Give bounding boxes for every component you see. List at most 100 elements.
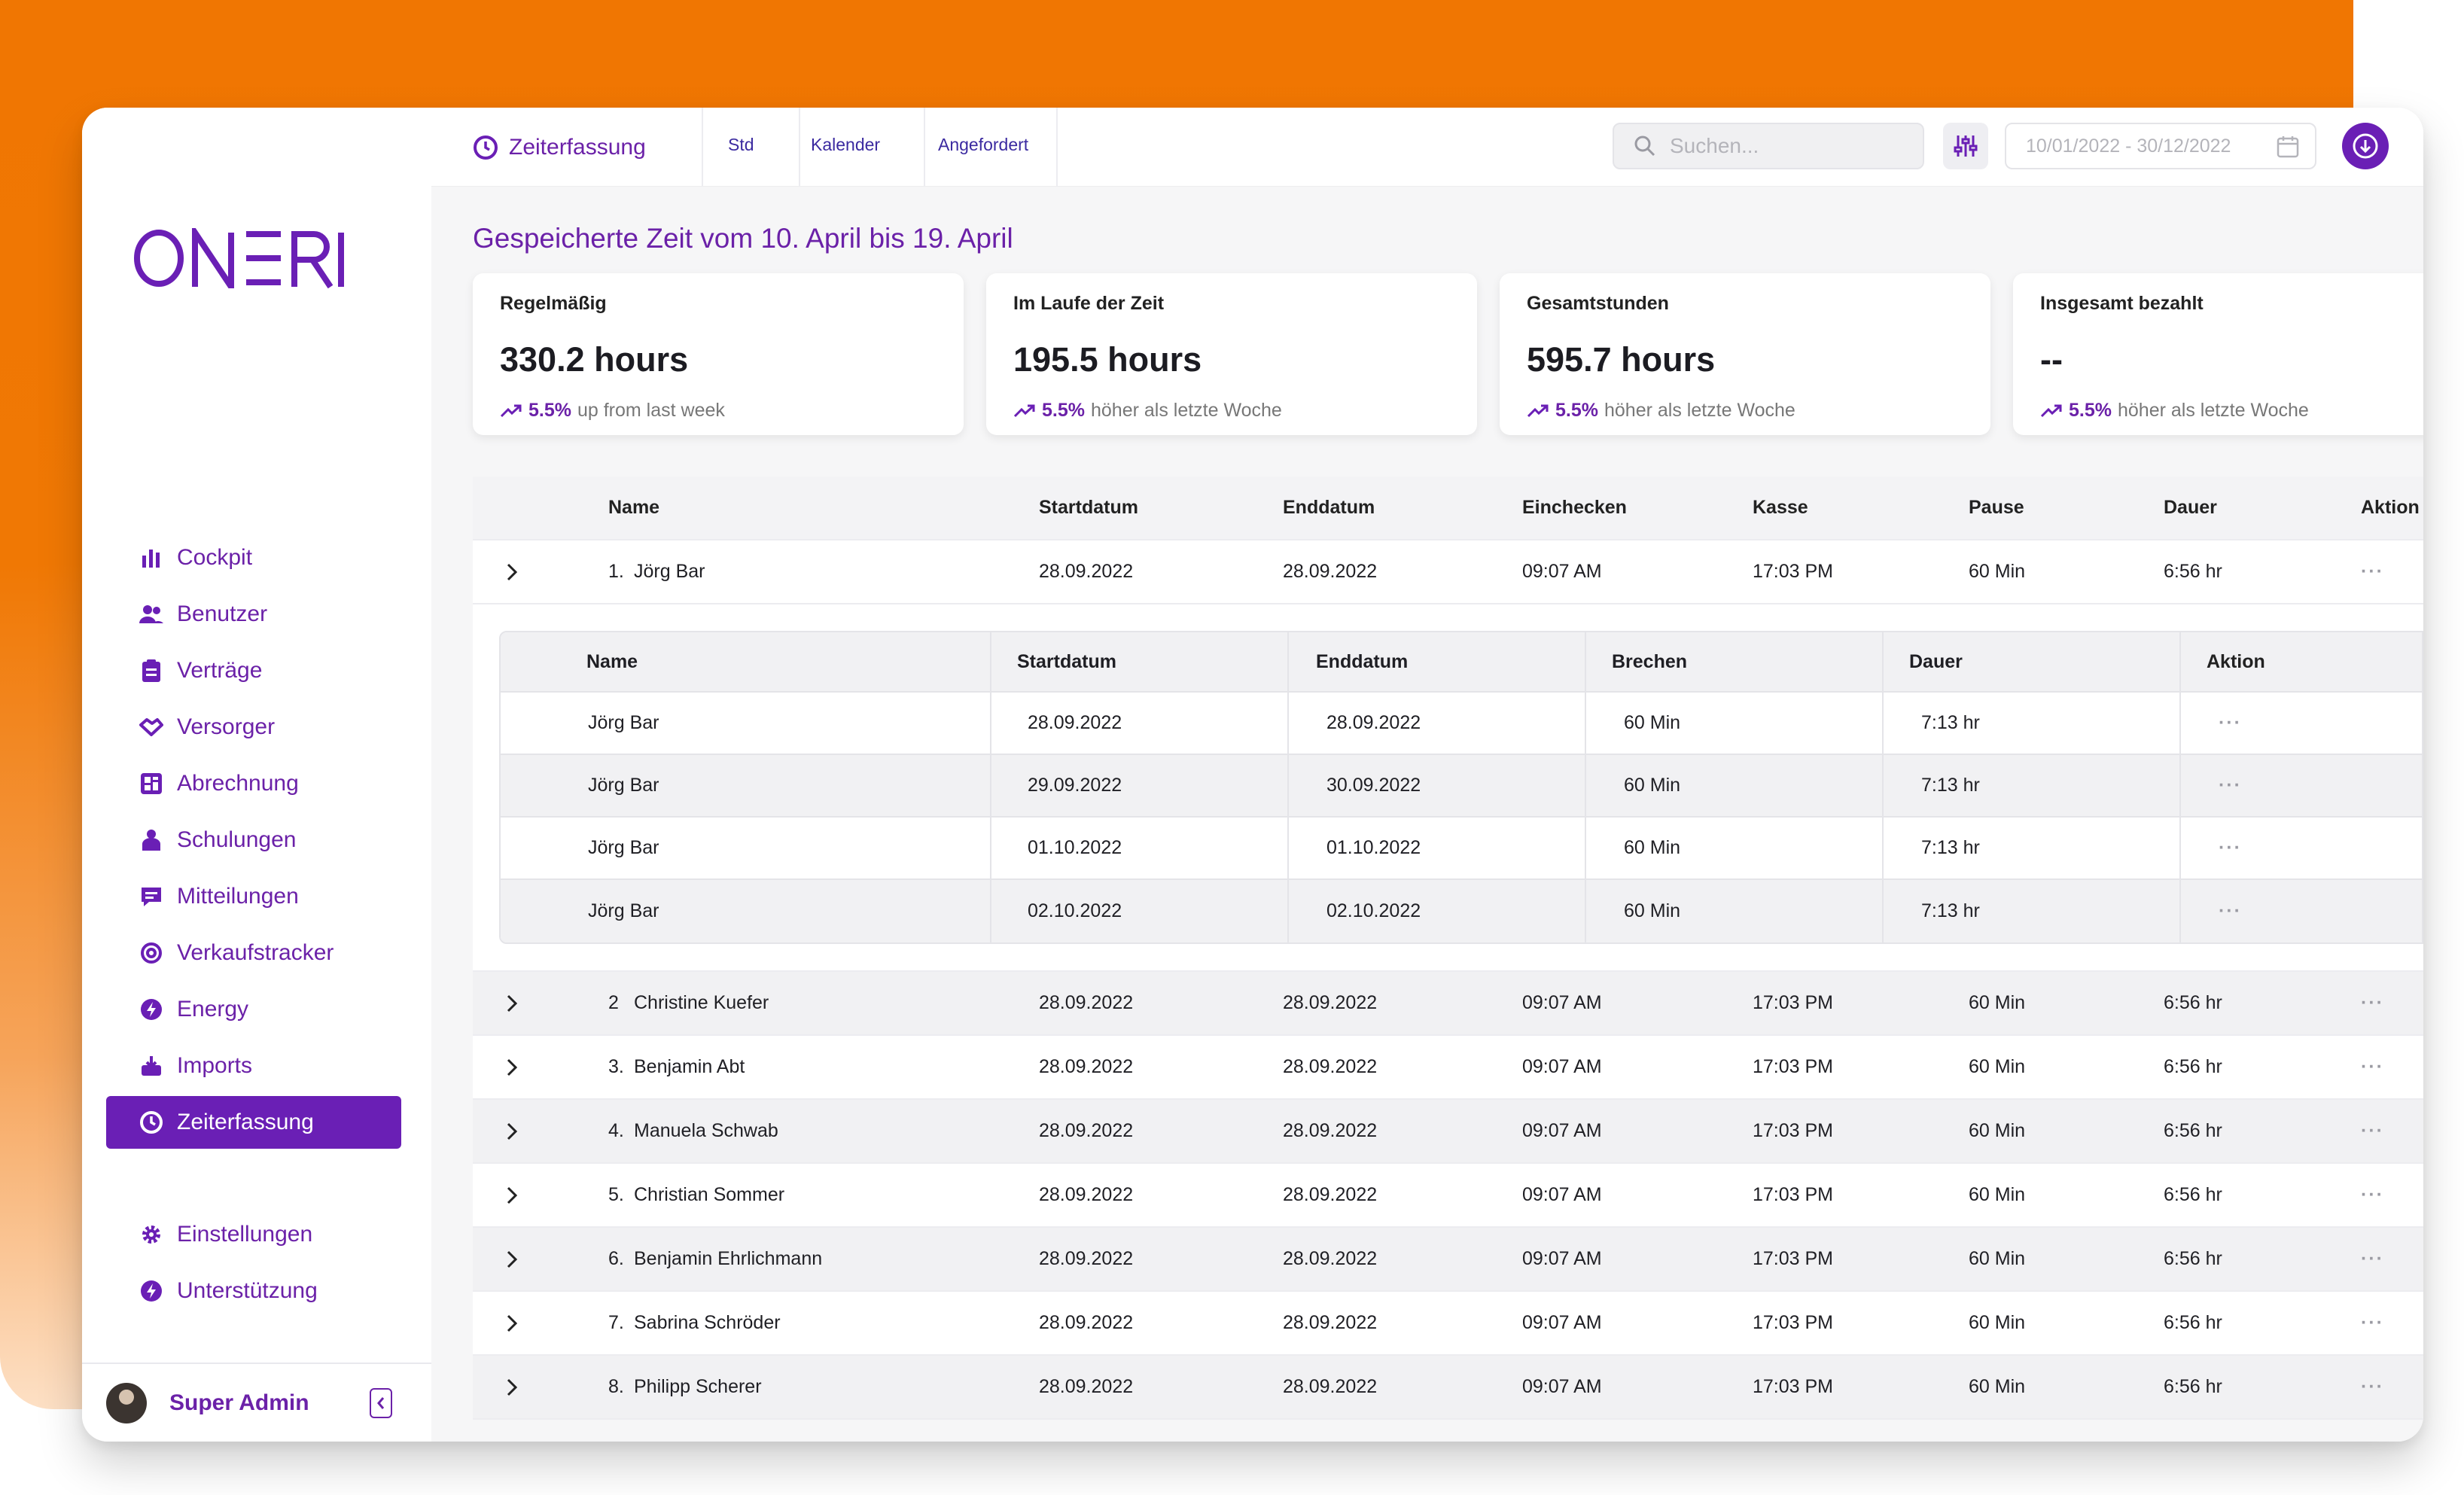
more-actions-icon[interactable]: ··· xyxy=(2361,1292,2384,1354)
stat-card-im-laufe-der-zeit: Im Laufe der Zeit 195.5 hours 5.5% höher… xyxy=(986,273,1477,435)
column-header[interactable]: Startdatum xyxy=(1039,477,1138,539)
stat-value: -- xyxy=(2040,340,2063,379)
column-header[interactable]: Kasse xyxy=(1753,477,1808,539)
user-name[interactable]: Super Admin xyxy=(169,1390,309,1416)
duration: 6:56 hr xyxy=(2164,1376,2222,1397)
chevron-right-icon[interactable] xyxy=(504,540,519,603)
divider xyxy=(1056,108,1058,187)
stat-trend: 5.5% höher als letzte Woche xyxy=(1527,400,1795,422)
chevron-right-icon[interactable] xyxy=(504,1164,519,1226)
detail-row[interactable]: Jörg Bar 01.10.2022 01.10.2022 60 Min 7:… xyxy=(501,818,2422,880)
detail-break: 60 Min xyxy=(1585,755,1882,816)
search-box[interactable] xyxy=(1613,123,1924,169)
end-date: 28.09.2022 xyxy=(1283,1376,1378,1397)
detail-row[interactable]: Jörg Bar 28.09.2022 28.09.2022 60 Min 7:… xyxy=(501,693,2422,755)
more-actions-icon[interactable]: ··· xyxy=(2361,1100,2384,1162)
sidebar-item-abrechnung[interactable]: Abrechnung xyxy=(106,757,401,810)
table-row[interactable]: 1. Jörg Bar 28.09.2022 28.09.2022 09:07 A… xyxy=(473,540,2423,604)
stat-value: 330.2 hours xyxy=(500,340,689,379)
oneri-logo[interactable] xyxy=(133,228,346,288)
sidebar-item-verkaufstracker[interactable]: Verkaufstracker xyxy=(106,927,401,979)
page-title: Zeiterfassung xyxy=(473,129,646,166)
stat-card-gesamtstunden: Gesamtstunden 595.7 hours 5.5% höher als… xyxy=(1500,273,1990,435)
duration: 6:56 hr xyxy=(2164,1120,2222,1141)
column-header[interactable]: Name xyxy=(501,632,990,691)
table-row[interactable]: 4. Manuela Schwab 28.09.2022 28.09.2022 0… xyxy=(473,1100,2423,1164)
column-header[interactable]: Brechen xyxy=(1585,632,1882,691)
column-header[interactable]: Dauer xyxy=(2164,477,2217,539)
column-header[interactable]: Pause xyxy=(1969,477,2024,539)
table-row[interactable]: 5. Christian Sommer 28.09.2022 28.09.2022… xyxy=(473,1164,2423,1228)
date-range-picker[interactable]: 10/01/2022 - 30/12/2022 xyxy=(2005,123,2316,169)
download-button[interactable] xyxy=(2342,123,2389,169)
sidebar-item-imports[interactable]: Imports xyxy=(106,1040,401,1092)
table-row[interactable]: 8. Philipp Scherer 28.09.2022 28.09.2022 … xyxy=(473,1356,2423,1420)
stat-label: Im Laufe der Zeit xyxy=(1013,293,1165,314)
more-actions-icon[interactable]: ··· xyxy=(2179,755,2422,816)
clipboard-icon xyxy=(139,659,163,683)
avatar[interactable] xyxy=(106,1382,147,1423)
duration: 6:56 hr xyxy=(2164,1312,2222,1333)
chevron-right-icon[interactable] xyxy=(504,1036,519,1098)
detail-end: 01.10.2022 xyxy=(1287,818,1585,878)
detail-row[interactable]: Jörg Bar 29.09.2022 30.09.2022 60 Min 7:… xyxy=(501,755,2422,818)
table-row[interactable]: 6. Benjamin Ehrlichmann 28.09.2022 28.09.… xyxy=(473,1228,2423,1292)
more-actions-icon[interactable]: ··· xyxy=(2361,1356,2384,1418)
stat-label: Insgesamt bezahlt xyxy=(2040,293,2204,314)
column-header[interactable]: Aktion xyxy=(2179,632,2422,691)
more-actions-icon[interactable]: ··· xyxy=(2179,880,2422,942)
more-actions-icon[interactable]: ··· xyxy=(2361,972,2384,1034)
sidebar-item-versorger[interactable]: Versorger xyxy=(106,701,401,754)
sidebar-item-label: Energy xyxy=(177,997,249,1022)
employee-name: 8. Philipp Scherer xyxy=(608,1376,762,1397)
table-row[interactable]: 3. Benjamin Abt 28.09.2022 28.09.2022 09:… xyxy=(473,1036,2423,1100)
sidebar-item-unterstuetzung[interactable]: Unterstützung xyxy=(106,1265,401,1317)
detail-table: Name Startdatum Enddatum Brechen Dauer A… xyxy=(499,631,2423,944)
sidebar-item-einstellungen[interactable]: Einstellungen xyxy=(106,1208,401,1261)
check-out: 17:03 PM xyxy=(1753,1376,1834,1397)
more-actions-icon[interactable]: ··· xyxy=(2179,693,2422,754)
more-actions-icon[interactable]: ··· xyxy=(2361,540,2384,603)
detail-row[interactable]: Jörg Bar 02.10.2022 02.10.2022 60 Min 7:… xyxy=(501,880,2422,942)
table-row[interactable]: 2 Christine Kuefer 28.09.2022 28.09.2022 … xyxy=(473,972,2423,1036)
table-row[interactable]: 7. Sabrina Schröder 28.09.2022 28.09.2022… xyxy=(473,1292,2423,1356)
tab-angefordert[interactable]: Angefordert xyxy=(938,135,1028,155)
stat-percent: 5.5% xyxy=(1555,400,1598,421)
chevron-right-icon[interactable] xyxy=(504,1228,519,1290)
calendar-icon xyxy=(2277,136,2299,158)
more-actions-icon[interactable]: ··· xyxy=(2361,1036,2384,1098)
end-date: 28.09.2022 xyxy=(1283,992,1378,1013)
check-out: 17:03 PM xyxy=(1753,561,1834,582)
column-header[interactable]: Enddatum xyxy=(1287,632,1585,691)
duration: 6:56 hr xyxy=(2164,1056,2222,1077)
sidebar-item-label: Versorger xyxy=(177,714,276,739)
stat-trend-text: höher als letzte Woche xyxy=(2117,400,2309,421)
filter-button[interactable] xyxy=(1943,123,1988,169)
more-actions-icon[interactable]: ··· xyxy=(2361,1164,2384,1226)
chevron-right-icon[interactable] xyxy=(504,1292,519,1354)
sidebar-item-schulungen[interactable]: Schulungen xyxy=(106,814,401,866)
sidebar-item-vertraege[interactable]: Verträge xyxy=(106,644,401,697)
column-header[interactable]: Name xyxy=(608,477,659,539)
sidebar-item-cockpit[interactable]: Cockpit xyxy=(106,531,401,584)
chevron-right-icon[interactable] xyxy=(504,1100,519,1162)
column-header[interactable]: Dauer xyxy=(1882,632,2179,691)
sidebar-item-benutzer[interactable]: Benutzer xyxy=(106,588,401,641)
tab-kalender[interactable]: Kalender xyxy=(811,135,880,155)
more-actions-icon[interactable]: ··· xyxy=(2361,1228,2384,1290)
chevron-right-icon[interactable] xyxy=(504,1356,519,1418)
start-date: 28.09.2022 xyxy=(1039,1120,1134,1141)
collapse-sidebar-button[interactable] xyxy=(370,1388,392,1418)
chevron-right-icon[interactable] xyxy=(504,972,519,1034)
column-header[interactable]: Startdatum xyxy=(990,632,1287,691)
more-actions-icon[interactable]: ··· xyxy=(2179,818,2422,878)
tab-std[interactable]: Std xyxy=(728,135,754,155)
search-input[interactable] xyxy=(1670,134,1896,158)
column-header[interactable]: Einchecken xyxy=(1522,477,1627,539)
sidebar-item-energy[interactable]: Energy xyxy=(106,983,401,1036)
sidebar-item-mitteilungen[interactable]: Mitteilungen xyxy=(106,870,401,923)
pause: 60 Min xyxy=(1969,1376,2026,1397)
sidebar-item-zeiterfassung[interactable]: Zeiterfassung xyxy=(106,1096,401,1149)
column-header[interactable]: Enddatum xyxy=(1283,477,1375,539)
column-header[interactable]: Aktion xyxy=(2361,477,2420,539)
